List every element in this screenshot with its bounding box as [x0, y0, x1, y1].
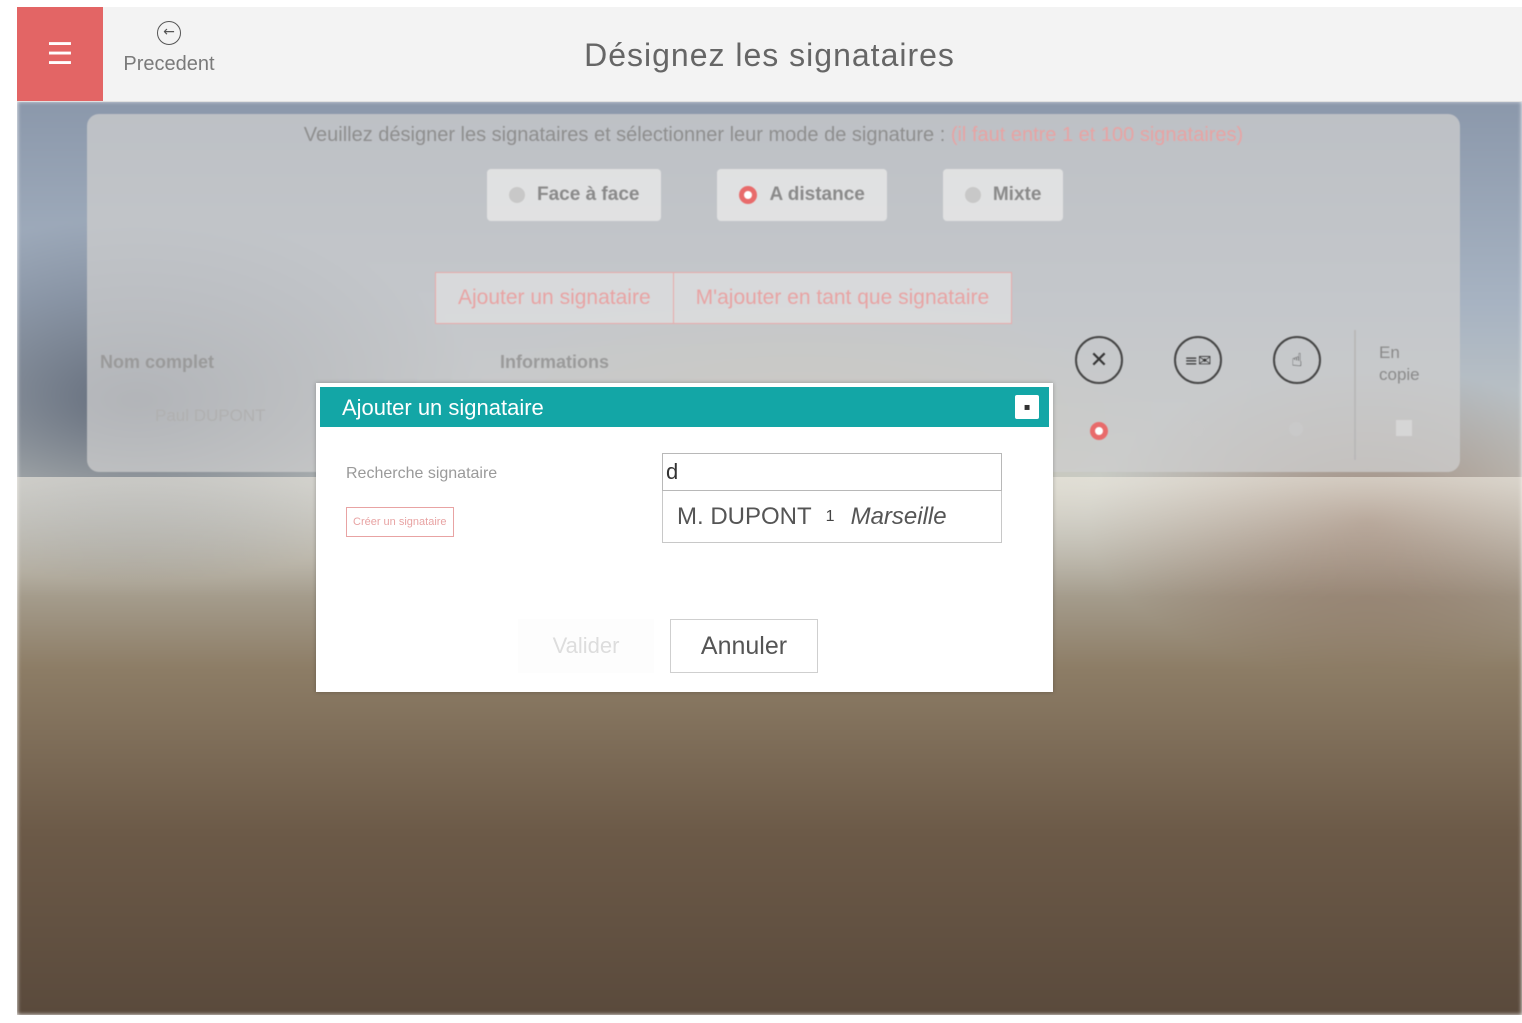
- column-info: Informations: [500, 352, 610, 372]
- hand-touch-icon: ☝: [1273, 336, 1321, 384]
- column-name: Nom complet: [100, 352, 215, 372]
- radio-selected-icon: [739, 186, 758, 204]
- add-signer-button[interactable]: Ajouter un signataire: [435, 272, 674, 324]
- signer-row-name: Paul DUPONT: [155, 406, 266, 425]
- top-header: ☰ ← Precedent Désignez les signataires: [17, 7, 1522, 102]
- radio-icon: [509, 187, 525, 203]
- instruction-highlight: (il faut entre 1 et 100 signataires): [950, 124, 1244, 146]
- list-mail-icon: ≡✉: [1174, 336, 1222, 384]
- instruction-main: Veuillez désigner les signataires et sél…: [303, 124, 946, 146]
- add-signer-actions: Ajouter un signataire M'ajouter en tant …: [435, 272, 1013, 324]
- dialog-title: Ajouter un signataire: [342, 395, 544, 420]
- autocomplete-suggestion[interactable]: M. DUPONT 1 Marseille: [662, 491, 1002, 543]
- row-mode-radio[interactable]: [1190, 422, 1204, 436]
- suggestion-name: M. DUPONT: [677, 502, 812, 530]
- column-en-copie: En copie: [1379, 343, 1420, 384]
- signature-mode-group: Face à face A distance Mixte: [487, 169, 1064, 223]
- mode-label: Mixte: [992, 184, 1042, 205]
- search-signer-input[interactable]: [662, 453, 1002, 491]
- mode-label: A distance: [769, 184, 865, 205]
- dialog-header: Ajouter un signataire ▪: [320, 387, 1049, 427]
- close-icon: ▪: [1023, 401, 1031, 413]
- mode-label: Face à face: [537, 184, 640, 205]
- column-divider: [1354, 330, 1356, 460]
- instruction-text: Veuillez désigner les signataires et sél…: [87, 124, 1460, 147]
- search-signer-label: Recherche signataire: [346, 465, 498, 482]
- radio-icon: [964, 187, 981, 203]
- page-title: Désignez les signataires: [584, 37, 955, 73]
- row-mode-radio[interactable]: [1289, 422, 1303, 436]
- add-me-button[interactable]: M'ajouter en tant que signataire: [673, 272, 1013, 324]
- suggestion-separator: 1: [825, 507, 835, 525]
- dialog-close-button[interactable]: ▪: [1015, 395, 1039, 419]
- en-copie-checkbox[interactable]: [1396, 420, 1412, 436]
- close-circle-icon: ✕: [1075, 336, 1123, 384]
- suggestion-city: Marseille: [850, 502, 947, 530]
- create-signer-button[interactable]: Créer un signataire: [346, 507, 454, 537]
- annuler-button[interactable]: Annuler: [670, 619, 818, 673]
- mode-a-distance[interactable]: A distance: [717, 169, 887, 221]
- add-signer-dialog: Ajouter un signataire ▪ Recherche signat…: [316, 383, 1053, 692]
- mode-face-a-face[interactable]: Face à face: [487, 169, 662, 221]
- mode-mixte[interactable]: Mixte: [942, 169, 1064, 221]
- valider-button[interactable]: Valider: [518, 619, 654, 673]
- row-mode-radio-selected[interactable]: [1090, 422, 1108, 440]
